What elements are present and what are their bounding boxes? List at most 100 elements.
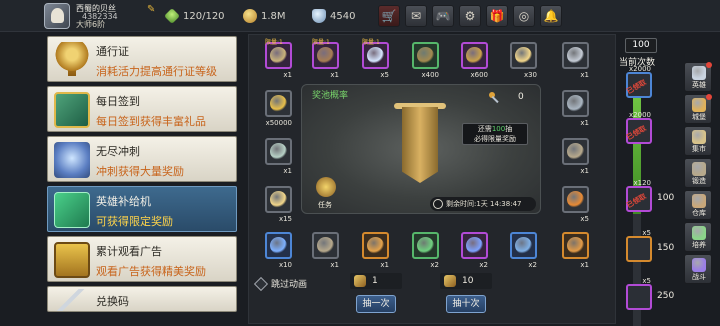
menu-item-title: 每日签到 [96,95,140,108]
player-title: 大师6阶 [76,20,106,29]
wheel-icon[interactable]: ◎ [513,5,535,27]
side-navigation: 英雄城堡集市锻造仓库 培养 战斗 [684,62,714,286]
menu-item-pass[interactable]: 通行证 消耗活力提高通行证等级 [47,36,237,82]
reward-count: x1 [580,261,589,269]
milestone-count: x5 [642,229,651,237]
reward-slot[interactable]: 限量:1 x5 [362,39,389,79]
menu-item-watch-ads[interactable]: 累计观看广告 观看广告获得精美奖励 [47,236,237,282]
sidenav-warehouse[interactable]: 仓库 [684,190,712,220]
milestone-reward[interactable]: x2000 已领取 [625,111,652,144]
reward-slot[interactable]: x1 [562,90,589,127]
menu-item-redeem-code[interactable]: 兑换码 [47,286,237,312]
gift-icon[interactable]: 🎁 [486,5,508,27]
menu-item-desc: 冲刺获得大量奖励 [96,165,184,178]
guarantee-tip: 还需100抽 必得限量奖励 [462,123,528,145]
reward-slot[interactable]: 限量:1 x1 [265,39,292,79]
hammer-icon [317,237,334,254]
reward-slot[interactable]: x10 [265,232,292,269]
activity-menu: 通行证 消耗活力提高通行证等级 每日签到 每日签到获得丰富礼品 无尽冲刺 冲刺获… [47,36,237,316]
bell-icon[interactable]: 🔔 [540,5,562,27]
milestone-count: x5 [642,277,651,285]
skip-animation-label: 跳过动画 [271,280,308,290]
reward-slot[interactable]: x15 [265,186,292,223]
reward-slot[interactable]: x2 [412,232,439,269]
supply-cube-icon [54,192,90,228]
reward-slot[interactable]: x5 [562,186,589,223]
battle-icon [692,258,706,272]
edit-name-icon[interactable]: ✎ [147,5,157,15]
checkbox-diamond-icon[interactable] [253,276,269,291]
reward-count: x2 [528,261,537,269]
timer-text: 剩余时间:1天 14:38:47 [446,200,522,208]
reward-count: x30 [523,71,537,79]
key-icon [444,275,456,287]
milestone-threshold: 100 [657,193,675,203]
draw-ten-cost-value: 10 [462,276,474,286]
reward-slot[interactable]: x50000 [265,90,292,127]
player-avatar[interactable] [44,3,70,29]
reward-slot[interactable]: x2 [510,232,537,269]
sidenav-label: 英雄 [692,81,706,89]
coin-icon [270,95,287,112]
reward-slot[interactable]: x1 [265,138,292,175]
menu-item-daily-signin[interactable]: 每日签到 每日签到获得丰富礼品 [47,86,237,132]
menu-item-endless-sprint[interactable]: 无尽冲刺 冲刺获得大量奖励 [47,136,237,182]
sidenav-anvil[interactable]: 锻造 [684,158,712,188]
sidenav-potion[interactable]: 培养 [684,222,712,252]
castle-icon [692,98,706,112]
reward-slot[interactable]: x1 [362,232,389,269]
reward-slot[interactable]: x1 [312,232,339,269]
tip-suffix: 抽 [505,125,513,133]
gold-value: 1.8M [261,10,286,22]
shop-icon[interactable]: 🛒 [378,5,400,27]
prize-pool[interactable]: 奖池概率 0 还需100抽 必得限量奖励 任务 剩余时间:1天 14:38:47 [301,84,541,214]
claimed-stamp: 已领取 [625,78,648,96]
sidenav-hero-nav[interactable]: 英雄 [684,62,712,92]
mail-icon[interactable]: ✉ [405,5,427,27]
book-icon [54,92,90,128]
reward-slot[interactable]: x600 [461,42,488,79]
menu-item-title: 英雄补给机 [96,195,151,208]
milestone-reward[interactable]: x2000 已领取 [625,65,652,98]
sidenav-market[interactable]: 集市 [684,126,712,156]
stamina-value: 120/120 [183,10,225,22]
milestone-threshold: 150 [657,243,675,253]
hero-emblem-icon [54,142,90,178]
milestone-reward[interactable]: x120 已领取 [625,179,652,212]
blue-rune-icon [270,237,287,254]
draw-ten-button[interactable]: 抽十次 [446,295,486,313]
task-hero-icon[interactable] [316,177,336,197]
reward-count: x5 [580,215,589,223]
reward-slot[interactable]: x2 [461,232,488,269]
scroll-icon [270,47,287,64]
claimed-stamp: 已领取 [625,192,648,210]
sidenav-castle[interactable]: 城堡 [684,94,712,124]
claimed-stamp: 已领取 [625,124,648,142]
mystery-pouch-icon [317,47,334,64]
gear-icon[interactable]: ⚙ [459,5,481,27]
draw-one-cost-value: 1 [372,276,378,286]
menu-item-title: 兑换码 [96,295,129,308]
reward-slot[interactable]: x30 [510,42,537,79]
gamepad-icon[interactable]: 🎮 [432,5,454,27]
milestone-reward[interactable]: x5 [626,277,652,310]
menu-item-hero-supply[interactable]: 英雄补给机 可获得限定奖励 [47,186,237,232]
potion-icon [692,226,706,240]
warehouse-icon [692,194,706,208]
reward-slot[interactable]: x1 [562,42,589,79]
reward-slot[interactable]: x1 [562,138,589,175]
market-icon [692,130,706,144]
sidenav-label: 锻造 [692,177,706,185]
draw-ten-cost: 10 [440,273,492,289]
sidenav-battle[interactable]: 战斗 [684,254,712,284]
egg-icon [515,47,532,64]
sidenav-label: 集市 [692,145,706,153]
skip-animation-toggle[interactable]: 跳过动画 [253,276,308,291]
reward-slot[interactable]: x400 [412,42,439,79]
reward-slot[interactable]: 限量:1 x1 [312,39,339,79]
draw-one-button[interactable]: 抽一次 [356,295,396,313]
reward-slot[interactable]: x1 [562,232,589,269]
milestone-reward[interactable]: x5 [626,229,652,262]
sword-icon [54,289,90,311]
milestone-threshold: 250 [657,291,675,301]
